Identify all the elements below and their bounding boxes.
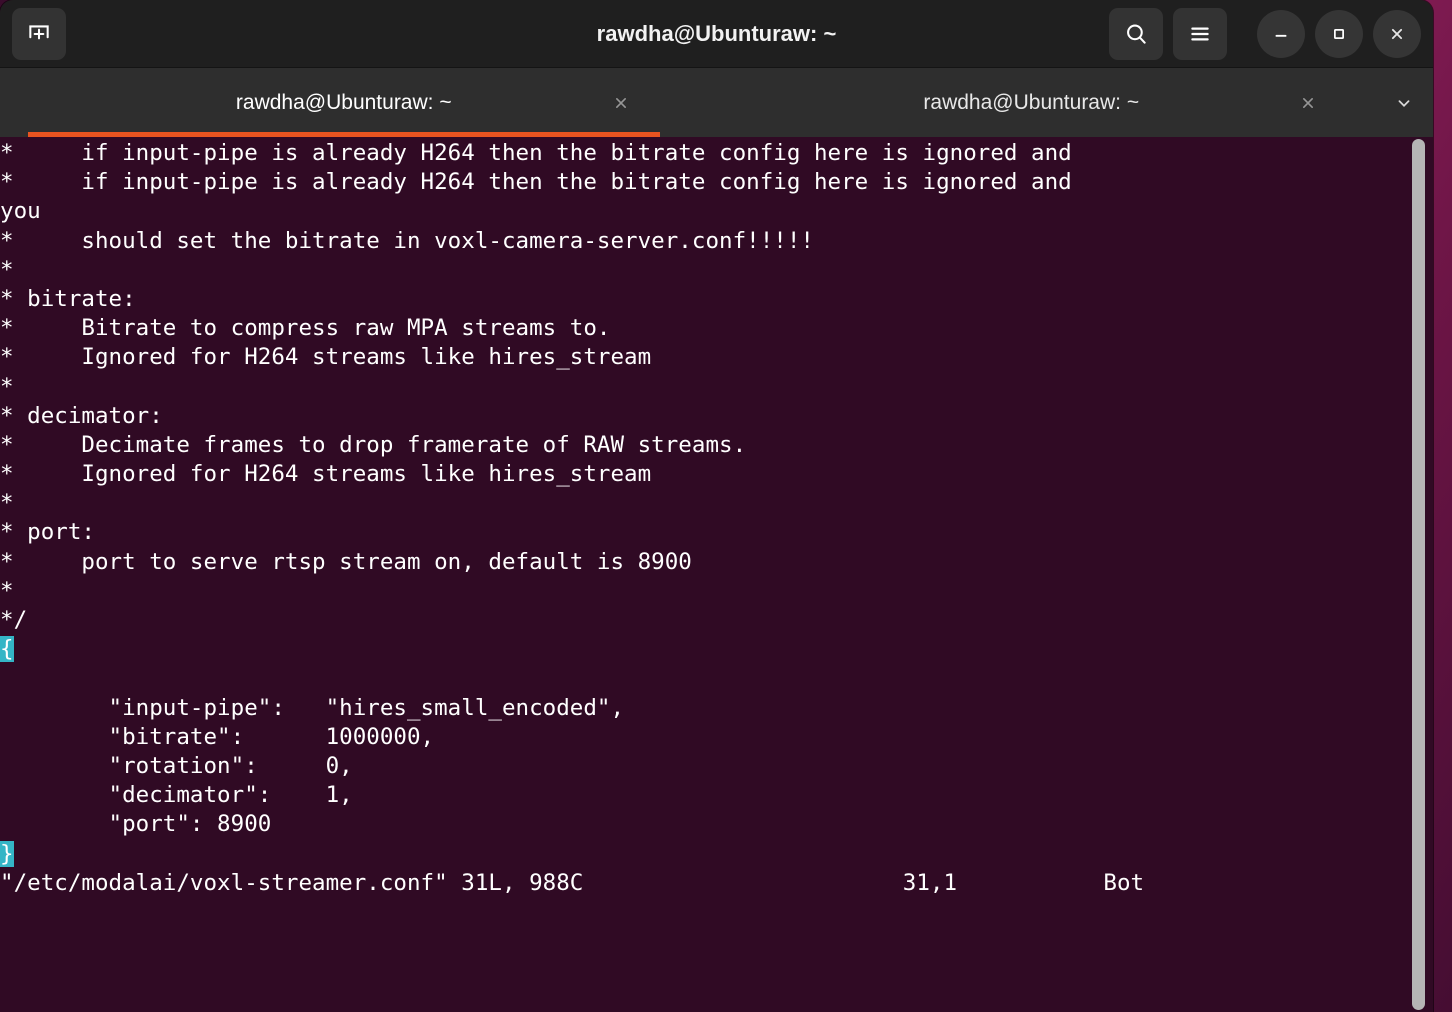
- terminal-line: */: [0, 607, 28, 633]
- terminal-line: * port to serve rtsp stream on, default …: [0, 548, 692, 575]
- terminal-line: *: [0, 577, 14, 604]
- terminal-line: * bitrate:: [0, 285, 136, 312]
- close-icon: [615, 97, 626, 108]
- chevron-down-icon: [1398, 99, 1410, 107]
- new-tab-button[interactable]: [12, 7, 66, 60]
- search-icon: [1127, 24, 1146, 44]
- terminal-line: "decimator": 1,: [0, 782, 353, 809]
- terminal-line: * if input-pipe is already H264 then the…: [0, 140, 1072, 166]
- new-tab-icon: [29, 24, 49, 39]
- tab-close-button[interactable]: [608, 90, 634, 116]
- close-icon: [1303, 97, 1313, 108]
- matching-bracket-highlight: {: [0, 636, 14, 663]
- status-scroll-state: Bot: [1103, 869, 1145, 896]
- terminal-line: * Bitrate to compress raw MPA streams to…: [0, 315, 611, 342]
- terminal-line: "port": 8900: [0, 811, 272, 838]
- terminal-line: * port:: [0, 519, 95, 546]
- maximize-icon: [1334, 28, 1344, 39]
- tab-label: rawdha@Ubunturaw: ~: [923, 90, 1140, 114]
- tab-terminal-1[interactable]: rawdha@Ubunturaw: ~: [0, 68, 688, 137]
- search-button[interactable]: [1109, 7, 1163, 60]
- terminal-line: "bitrate": 1000000,: [0, 723, 435, 750]
- terminal-line: * decimator:: [0, 402, 163, 429]
- terminal-line: *: [0, 256, 14, 283]
- status-file-info: "/etc/modalai/voxl-streamer.conf" 31L, 9…: [0, 869, 584, 896]
- close-button[interactable]: [1373, 9, 1421, 58]
- titlebar-actions: [1109, 7, 1421, 60]
- terminal-line: * should set the bitrate in voxl-camera-…: [0, 227, 814, 254]
- terminal-line: * Decimate frames to drop framerate of R…: [0, 431, 747, 458]
- terminal-line: you: [0, 198, 41, 225]
- terminal-line: *: [0, 490, 14, 517]
- minimize-button[interactable]: [1257, 9, 1305, 58]
- terminal-line: }: [0, 840, 1433, 869]
- terminal-scrollbar-thumb[interactable]: [1412, 139, 1425, 1010]
- terminal-line: "rotation": 0,: [0, 752, 353, 779]
- hamburger-menu-icon: [1191, 26, 1209, 41]
- terminal-line: "input-pipe": "hires_small_encoded",: [0, 694, 625, 721]
- maximize-button[interactable]: [1315, 9, 1363, 58]
- matching-bracket-highlight: }: [0, 840, 14, 867]
- terminal-content[interactable]: * if input-pipe is already H264 then the…: [0, 137, 1433, 1012]
- tab-label: rawdha@Ubunturaw: ~: [235, 90, 452, 114]
- status-cursor-position: 31,1: [902, 869, 958, 896]
- terminal-line: * if input-pipe is already H264 then the…: [0, 169, 1072, 196]
- tab-close-button[interactable]: [1295, 90, 1321, 116]
- menu-button[interactable]: [1173, 7, 1227, 60]
- minimize-icon: [1275, 34, 1287, 37]
- terminal-line: *: [0, 373, 14, 400]
- terminal-line: * Ignored for H264 streams like hires_st…: [0, 344, 652, 371]
- terminal-text-buffer: * if input-pipe is already H264 then the…: [0, 137, 1433, 898]
- close-icon: [1391, 28, 1403, 39]
- terminal-window: rawdha@Ubunturaw: ~ rawdha@Ubunturaw: ~ …: [0, 0, 1433, 1012]
- vim-status-line: "/etc/modalai/voxl-streamer.conf" 31L, 9…: [0, 869, 1433, 898]
- terminal-line: * Ignored for H264 streams like hires_st…: [0, 461, 652, 488]
- tab-list-dropdown-button[interactable]: [1375, 68, 1433, 137]
- window-titlebar: rawdha@Ubunturaw: ~: [0, 0, 1433, 68]
- terminal-line: {: [0, 635, 1433, 664]
- tab-bar: rawdha@Ubunturaw: ~ rawdha@Ubunturaw: ~: [0, 68, 1433, 137]
- tab-terminal-2[interactable]: rawdha@Ubunturaw: ~: [688, 68, 1376, 137]
